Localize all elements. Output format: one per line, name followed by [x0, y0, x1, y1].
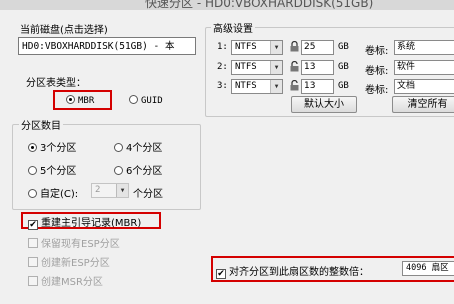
keep-esp-label: 保留现有ESP分区 [41, 239, 120, 250]
create-msr-label: 创建MSR分区 [41, 277, 103, 288]
row-3-fs-value: NTFS [235, 81, 257, 91]
mbr-radio[interactable]: MBR [66, 95, 94, 106]
custom-count-suffix: 个分区 [133, 189, 163, 200]
checkbox-icon [28, 276, 38, 286]
partition-option-6[interactable]: 6个分区 [114, 162, 162, 177]
row-1-volume-label-title: 卷标: [365, 46, 389, 57]
align-checkbox[interactable]: ✔ 对齐分区到此扇区数的整数倍： [216, 263, 369, 279]
checkbox-icon [28, 238, 38, 248]
row-1-unit: GB [338, 42, 349, 52]
unlock-icon[interactable] [290, 61, 299, 72]
partition-type-label: 分区表类型： [26, 78, 86, 89]
row-2-unit: GB [338, 62, 349, 72]
radio-selected-icon [66, 95, 75, 104]
align-label: 对齐分区到此扇区数的整数倍： [229, 267, 369, 278]
window-titlebar: 快速分区 - HD0:VBOXHARDDISK(51GB) [0, 0, 454, 10]
custom-count-value: 2 [95, 185, 101, 195]
radio-icon [114, 166, 123, 175]
partition-option-custom[interactable]: 自定(C): [28, 185, 78, 200]
chevron-down-icon: ▼ [270, 41, 282, 54]
row-2-volume-label-title: 卷标: [365, 66, 389, 77]
clear-all-button[interactable]: 清空所有 [392, 96, 454, 113]
partition-option-3[interactable]: 3个分区 [28, 139, 76, 154]
row-3-size-input[interactable]: 13 [301, 79, 334, 94]
guid-radio[interactable]: GUID [129, 95, 163, 106]
row-1-size-input[interactable]: 25 [301, 40, 334, 55]
partition-option-custom-label: 自定(C): [40, 189, 79, 200]
radio-icon [114, 143, 123, 152]
radio-icon [28, 166, 37, 175]
row-1-fs-select[interactable]: NTFS ▼ [231, 40, 283, 55]
partition-option-4[interactable]: 4个分区 [114, 139, 162, 154]
partition-option-4-label: 4个分区 [126, 143, 163, 154]
row-1-fs-value: NTFS [235, 42, 257, 52]
keep-esp-checkbox[interactable]: 保留现有ESP分区 [28, 235, 120, 250]
unlock-icon[interactable] [290, 80, 299, 91]
checkbox-icon [28, 257, 38, 267]
create-msr-checkbox[interactable]: 创建MSR分区 [28, 273, 103, 288]
radio-icon [28, 189, 37, 198]
partition-option-3-label: 3个分区 [40, 143, 77, 154]
row-3-fs-select[interactable]: NTFS ▼ [231, 79, 283, 94]
row-1-index: 1: [217, 42, 228, 52]
row-3-volume-label-title: 卷标: [365, 85, 389, 96]
disk-label: 当前磁盘(点击选择) [20, 25, 108, 36]
chevron-down-icon: ▼ [270, 61, 282, 74]
disk-selector[interactable]: HD0:VBOXHARDDISK(51GB) - 本 [18, 37, 196, 55]
row-3-volume-label-input[interactable]: 文档 [394, 79, 454, 94]
window-title: 快速分区 - HD0:VBOXHARDDISK(51GB) [145, 0, 374, 10]
default-size-button[interactable]: 默认大小 [291, 96, 357, 113]
row-2-index: 2: [217, 62, 228, 72]
row-3-index: 3: [217, 81, 228, 91]
rebuild-mbr-label: 重建主引导记录(MBR) [41, 218, 142, 229]
partition-count-label: 分区数目 [19, 117, 63, 132]
lock-icon[interactable] [290, 41, 299, 52]
row-2-fs-select[interactable]: NTFS ▼ [231, 60, 283, 75]
mbr-label: MBR [78, 96, 95, 106]
advanced-label: 高级设置 [211, 20, 255, 35]
row-1-volume-label-input[interactable]: 系统 [394, 40, 454, 55]
align-sector-value: 4096 扇区 [406, 263, 449, 273]
custom-count-select[interactable]: 2 ▼ [91, 183, 129, 198]
chevron-down-icon: ▼ [270, 80, 282, 93]
align-sector-select[interactable]: 4096 扇区 [402, 261, 454, 276]
chevron-down-icon: ▼ [116, 184, 128, 197]
create-esp-checkbox[interactable]: 创建新ESP分区 [28, 254, 110, 269]
rebuild-mbr-checkbox[interactable]: ✔ 重建主引导记录(MBR) [28, 214, 141, 230]
check-icon: ✔ [28, 220, 38, 230]
guid-label: GUID [141, 96, 163, 106]
radio-icon [129, 95, 138, 104]
row-2-volume-label-input[interactable]: 软件 [394, 60, 454, 75]
partition-option-6-label: 6个分区 [126, 166, 163, 177]
partition-option-5-label: 5个分区 [40, 166, 77, 177]
row-2-fs-value: NTFS [235, 62, 257, 72]
row-2-size-input[interactable]: 13 [301, 60, 334, 75]
partition-option-5[interactable]: 5个分区 [28, 162, 76, 177]
radio-selected-icon [28, 143, 37, 152]
check-icon: ✔ [216, 269, 226, 279]
create-esp-label: 创建新ESP分区 [41, 258, 110, 269]
row-3-unit: GB [338, 81, 349, 91]
